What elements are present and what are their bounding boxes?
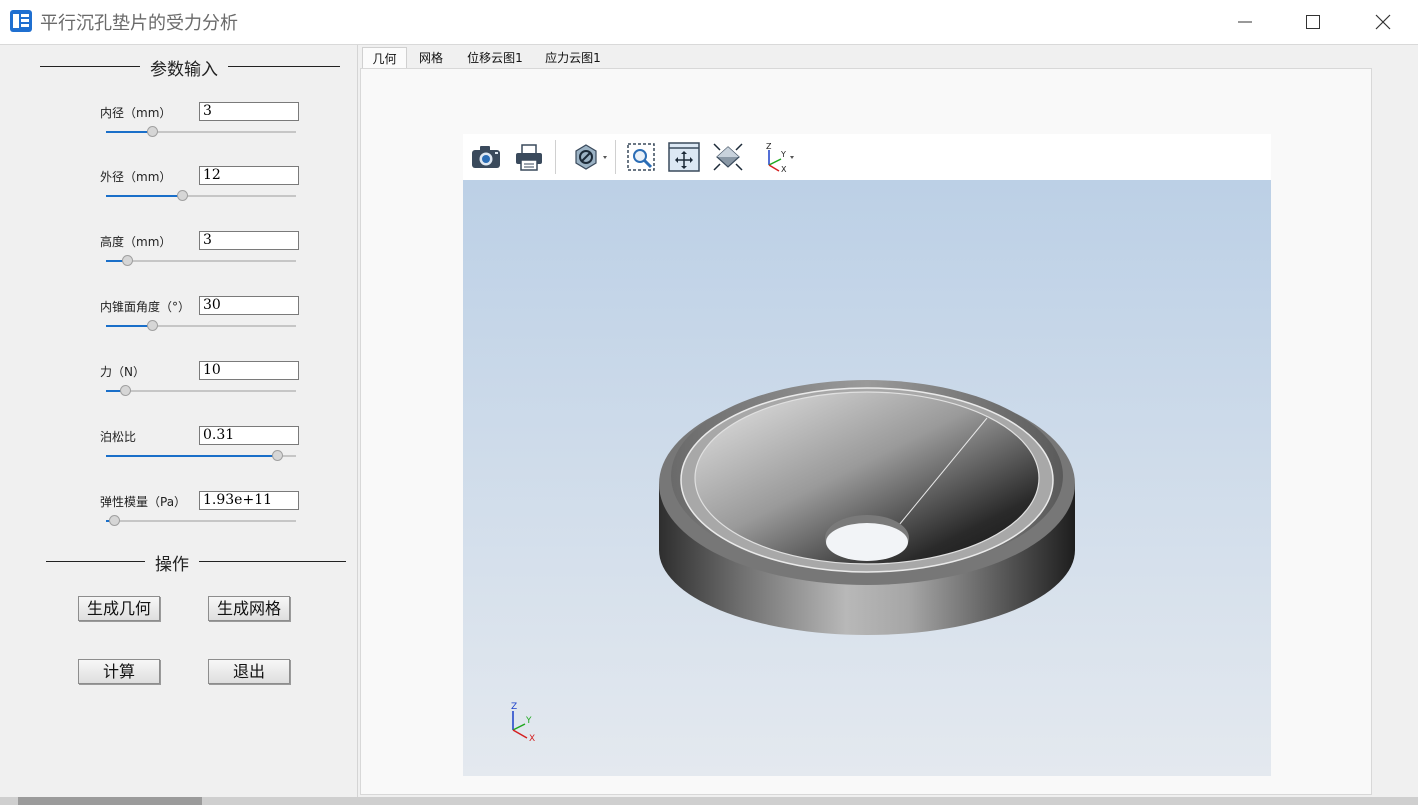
parameter-panel: 参数输入 内径（mm） 3 外径（mm） 12 高度（mm） 3 内锥面角度（°… [0,45,358,797]
tab-mesh[interactable]: 网格 [410,47,452,69]
outer-diameter-label: 外径（mm） [100,170,172,184]
slider-fill [106,131,152,133]
window-title: 平行沉孔垫片的受力分析 [40,13,238,34]
poisson-ratio-label: 泊松比 [100,430,137,444]
inner-diameter-slider[interactable] [106,126,296,137]
tab-geometry[interactable]: 几何 [362,47,407,69]
slider-handle[interactable] [177,190,188,201]
force-slider[interactable] [106,385,296,396]
exit-button[interactable]: 退出 [208,659,290,684]
taskbar-fragment [18,797,202,805]
pan-icon [668,142,700,172]
geometry-tab-page: Z Y X Z Y X [360,68,1372,795]
svg-text:Z: Z [766,142,772,151]
height-slider[interactable] [106,255,296,266]
slider-handle[interactable] [108,515,120,526]
slider-fill [106,195,182,197]
params-group-title: 参数输入 [140,55,228,80]
print-icon [516,144,542,171]
viewer-panel: 几何 网格 位移云图1 应力云图1 Z Y X Z Y X [360,45,1418,797]
cone-angle-slider[interactable] [106,320,296,331]
y-axis-label: Y [525,716,532,726]
orientation-triad: Z Y X [511,702,535,742]
close-icon [1375,14,1391,30]
maximize-icon [1306,15,1320,29]
slider-handle[interactable] [120,385,131,396]
slider-handle[interactable] [121,255,133,266]
y-axis [512,723,526,731]
axis-view-icon: Z Y X [766,142,794,173]
slider-fill [106,325,152,327]
height-label: 高度（mm） [100,235,172,249]
zoom-box-icon [627,143,655,171]
display-mode-icon [575,144,607,170]
inner-diameter-input[interactable]: 3 [199,102,299,121]
viewer-toolbar: Z Y X [463,134,1271,180]
tab-stress-plot[interactable]: 应力云图1 [540,47,606,69]
maximize-button[interactable] [1290,0,1336,44]
zoom-box-button[interactable] [625,141,659,173]
slider-handle[interactable] [146,320,158,331]
slider-handle[interactable] [272,450,283,461]
force-label: 力（N） [100,365,145,379]
elastic-modulus-slider[interactable] [106,515,296,526]
elastic-modulus-input[interactable]: 1.93e+11 [199,491,299,510]
title-bar: 平行沉孔垫片的受力分析 [0,0,1418,45]
tab-bar: 几何 网格 位移云图1 应力云图1 [360,45,1418,69]
x-axis-label: X [529,734,535,742]
tab-displacement-plot[interactable]: 位移云图1 [462,47,528,69]
slider-fill [106,455,277,457]
fit-view-icon [713,143,743,171]
slider-handle[interactable] [146,126,158,137]
compute-button[interactable]: 计算 [78,659,160,684]
force-input[interactable]: 10 [199,361,299,380]
ops-group-title: 操作 [145,550,199,575]
3d-viewport[interactable]: Z Y X [463,180,1271,776]
pan-button[interactable] [667,141,701,173]
screenshot-button[interactable] [469,141,503,173]
elastic-modulus-label: 弹性模量（Pa） [100,495,187,509]
height-input[interactable]: 3 [199,231,299,250]
generate-geometry-button[interactable]: 生成几何 [78,596,160,621]
minimize-icon [1238,21,1252,23]
display-mode-button[interactable] [569,141,607,173]
outer-diameter-input[interactable]: 12 [199,166,299,185]
axis-view-button[interactable]: Z Y X [759,141,803,173]
toolbar-separator [555,140,556,174]
fit-view-button[interactable] [711,141,745,173]
inner-diameter-label: 内径（mm） [100,106,172,120]
print-button[interactable] [512,141,546,173]
washer-model [659,380,1075,635]
cone-angle-input[interactable]: 30 [199,296,299,315]
svg-text:Y: Y [780,150,786,159]
poisson-ratio-slider[interactable] [106,450,296,461]
camera-icon [472,146,500,168]
app-icon [10,10,32,32]
poisson-ratio-input[interactable]: 0.31 [199,426,299,445]
status-strip [0,797,1418,805]
svg-text:X: X [781,165,787,173]
cone-angle-label: 内锥面角度（°） [100,300,191,314]
outer-diameter-slider[interactable] [106,190,296,201]
minimize-button[interactable] [1222,0,1268,44]
x-axis [512,729,528,739]
close-button[interactable] [1360,0,1406,44]
toolbar-separator [615,140,616,174]
generate-mesh-button[interactable]: 生成网格 [208,596,290,621]
z-axis-label: Z [511,702,517,712]
